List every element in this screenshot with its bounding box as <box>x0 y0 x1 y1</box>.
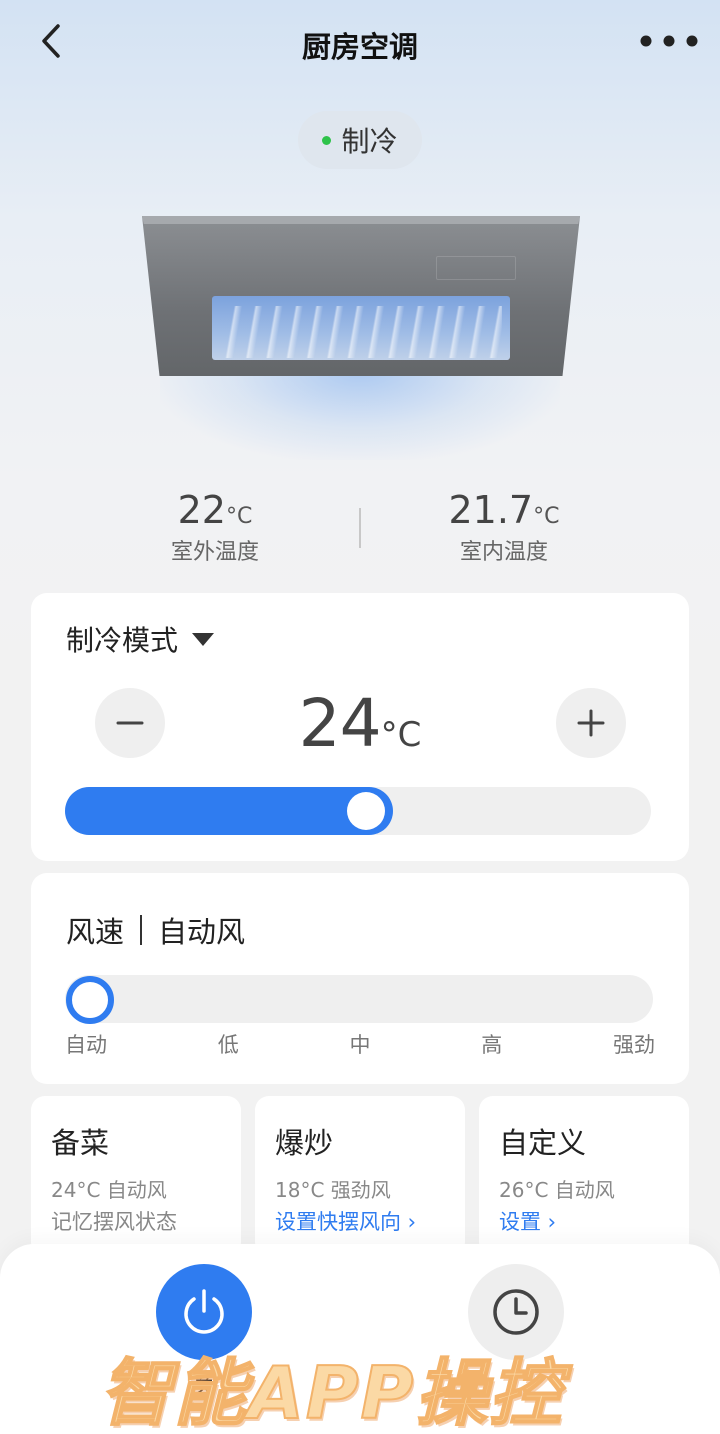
fan-level-low[interactable]: 低 <box>218 1029 239 1059</box>
set-temperature-unit: °C <box>380 715 422 755</box>
temperature-slider-fill <box>65 787 393 835</box>
fan-speed-slider[interactable] <box>65 975 653 1024</box>
indoor-temperature: 21.7°C 室内温度 <box>404 488 604 566</box>
temperature-slider[interactable] <box>65 787 651 835</box>
status-text: 制冷 <box>341 125 398 158</box>
temperature-slider-thumb[interactable] <box>347 792 385 830</box>
indoor-temperature-label: 室内温度 <box>459 540 548 565</box>
mode-selector[interactable]: 制冷模式 <box>66 619 215 659</box>
caret-down-icon <box>192 632 215 646</box>
temperature-divider <box>359 508 361 548</box>
indoor-temperature-unit: °C <box>533 504 560 529</box>
fan-speed-value: 自动风 <box>158 915 246 949</box>
fan-level-strong[interactable]: 强劲 <box>613 1029 655 1059</box>
outdoor-temperature-value: 22 <box>177 488 226 532</box>
power-icon <box>184 1289 224 1334</box>
preset-settings: 24°C 自动风 <box>51 1178 167 1202</box>
watermark-overlay: 智能APP操控 <box>99 1350 564 1434</box>
outdoor-temperature-label: 室外温度 <box>170 540 259 565</box>
fan-speed-separator <box>140 915 143 945</box>
fan-speed-levels: 自动 低 中 高 强劲 <box>65 1029 655 1059</box>
fan-speed-slider-thumb[interactable] <box>66 976 114 1024</box>
set-temperature-value: 24 <box>298 685 382 762</box>
preset-setting-link[interactable]: 设置 › <box>499 1206 556 1236</box>
status-badge: 制冷 <box>298 111 422 169</box>
preset-card-prep[interactable]: 备菜 24°C 自动风 记忆摆风状态 <box>31 1096 241 1256</box>
air-flow-lines <box>222 306 502 358</box>
outdoor-temperature: 22°C 室外温度 <box>115 488 315 566</box>
fan-speed-card: 风速 自动风 自动 低 中 高 强劲 <box>31 873 689 1084</box>
preset-card-custom[interactable]: 自定义 26°C 自动风 设置 › <box>479 1096 689 1256</box>
more-button[interactable] <box>632 24 706 60</box>
preset-name: 备菜 <box>51 1126 110 1160</box>
page-title: 厨房空调 <box>301 30 418 64</box>
increase-temp-button[interactable] <box>556 688 626 758</box>
preset-settings: 26°C 自动风 <box>499 1178 615 1202</box>
fan-level-auto[interactable]: 自动 <box>65 1029 107 1059</box>
preset-setting-link[interactable]: 设置快摆风向 › <box>275 1206 416 1236</box>
header: 厨房空调 <box>0 0 720 88</box>
preset-name: 爆炒 <box>275 1126 334 1160</box>
status-dot <box>322 135 332 145</box>
mode-label: 制冷模式 <box>66 624 179 657</box>
indoor-temperature-value: 21.7 <box>448 488 534 532</box>
fan-speed-label: 风速 <box>66 915 125 949</box>
preset-settings: 18°C 强劲风 <box>275 1178 391 1202</box>
plus-icon <box>577 709 605 737</box>
outdoor-temperature-unit: °C <box>225 504 253 529</box>
preset-name: 自定义 <box>499 1126 587 1160</box>
clock-icon <box>493 1289 539 1335</box>
fan-speed-title: 风速 自动风 <box>66 909 245 951</box>
preset-card-stir-fry[interactable]: 爆炒 18°C 强劲风 设置快摆风向 › <box>255 1096 465 1256</box>
ac-unit-edge <box>142 216 580 224</box>
preset-note: 记忆摆风状态 <box>51 1210 177 1234</box>
fan-level-high[interactable]: 高 <box>481 1029 502 1059</box>
ac-unit-panel <box>436 256 516 280</box>
fan-level-medium[interactable]: 中 <box>350 1029 371 1059</box>
mode-card: 制冷模式 24°C <box>31 593 689 861</box>
air-conditioner-illustration <box>120 200 600 460</box>
more-dots-icon <box>640 35 698 47</box>
